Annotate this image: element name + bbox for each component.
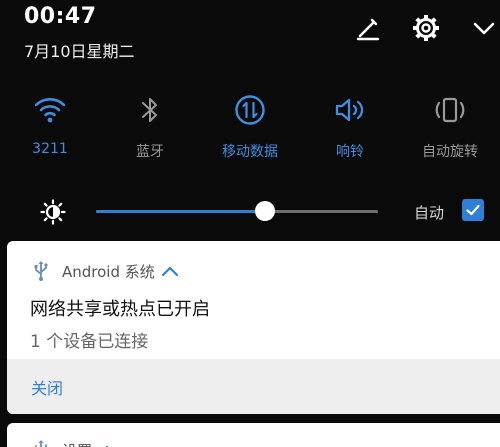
toggle-mobile-data-label: 移动数据 (222, 144, 278, 160)
notification-app-name: 设置 (62, 440, 92, 447)
mobile-data-icon (200, 92, 300, 128)
chevron-up-icon[interactable] (98, 443, 116, 447)
status-header: 00:47 7月10日星期二 (24, 4, 135, 62)
notification-card-settings[interactable]: 设置 (7, 423, 500, 447)
header-actions (326, 12, 500, 44)
toggle-ringer[interactable]: 响铃 (300, 92, 400, 161)
notification-actions: 关闭 (7, 359, 500, 414)
toggle-auto-rotate-label: 自动旋转 (422, 144, 478, 160)
edit-icon[interactable] (352, 12, 384, 44)
toggle-mobile-data[interactable]: 移动数据 (200, 92, 300, 161)
usb-icon (35, 440, 47, 447)
auto-rotate-icon (400, 92, 500, 128)
clock: 00:47 (24, 4, 97, 29)
notification-app-name: Android 系统 (62, 262, 155, 281)
brightness-row: 自动 (0, 198, 500, 226)
bluetooth-icon (100, 92, 200, 128)
expand-icon[interactable] (468, 12, 500, 44)
toggle-wifi-label: 3211 (32, 141, 68, 157)
toggle-ringer-label: 响铃 (336, 144, 364, 160)
ringer-icon (300, 92, 400, 128)
brightness-slider-fill (96, 210, 266, 213)
notification-header: Android 系统 (7, 241, 500, 283)
settings-icon[interactable] (410, 12, 442, 44)
date: 7月10日星期二 (24, 42, 135, 61)
toggle-bluetooth[interactable]: 蓝牙 (100, 92, 200, 161)
toggle-bluetooth-label: 蓝牙 (136, 144, 164, 160)
toggle-auto-rotate[interactable]: 自动旋转 (400, 92, 500, 161)
close-button[interactable]: 关闭 (31, 375, 63, 399)
brightness-slider-thumb[interactable] (255, 201, 276, 221)
wifi-icon (0, 92, 100, 128)
auto-brightness-label: 自动 (414, 204, 445, 222)
toggle-wifi[interactable]: 3211 (0, 92, 100, 161)
brightness-slider[interactable] (96, 201, 378, 221)
notification-header: 设置 (7, 423, 500, 447)
brightness-icon (40, 199, 66, 229)
quick-settings: 3211 蓝牙 移动数据 响铃 自动旋转 (0, 92, 500, 161)
notification-card[interactable]: Android 系统 网络共享或热点已开启 1 个设备已连接 关闭 (7, 241, 500, 414)
notification-title: 网络共享或热点已开启 (30, 299, 210, 320)
auto-brightness-checkbox[interactable] (462, 199, 484, 221)
notification-text: 1 个设备已连接 (30, 332, 149, 352)
checkmark-icon (466, 204, 480, 216)
usb-icon (34, 261, 48, 281)
chevron-up-icon[interactable] (161, 264, 179, 278)
